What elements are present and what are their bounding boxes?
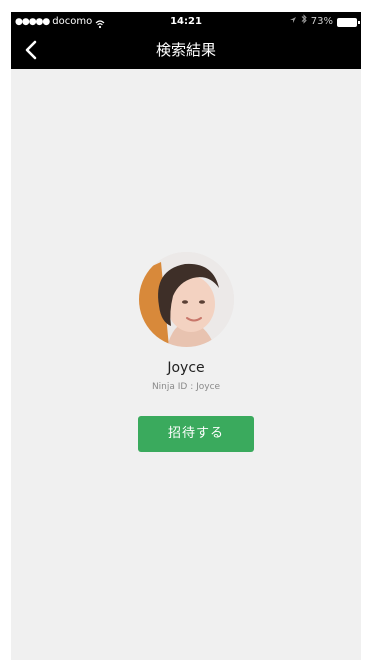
avatar xyxy=(139,252,234,347)
battery-percent: 73% xyxy=(310,16,333,27)
top-bar: ●●●●● docomo 14:21 73% 検索結果 xyxy=(11,12,361,69)
bluetooth-icon xyxy=(301,12,307,32)
status-bar: ●●●●● docomo 14:21 73% xyxy=(11,12,361,32)
user-ninja-id: Ninja ID : Joyce xyxy=(151,382,221,392)
invite-button[interactable]: 招待する xyxy=(138,416,254,452)
user-name: Joyce xyxy=(167,360,205,376)
navigation-bar: 検索結果 xyxy=(11,32,361,69)
location-arrow-icon xyxy=(289,12,297,32)
page-title: 検索結果 xyxy=(155,41,216,59)
status-right: 73% xyxy=(289,12,360,32)
battery-icon xyxy=(337,17,360,27)
app-screen: ●●●●● docomo 14:21 73% 検索結果 Joyce Ninja … xyxy=(11,12,361,660)
